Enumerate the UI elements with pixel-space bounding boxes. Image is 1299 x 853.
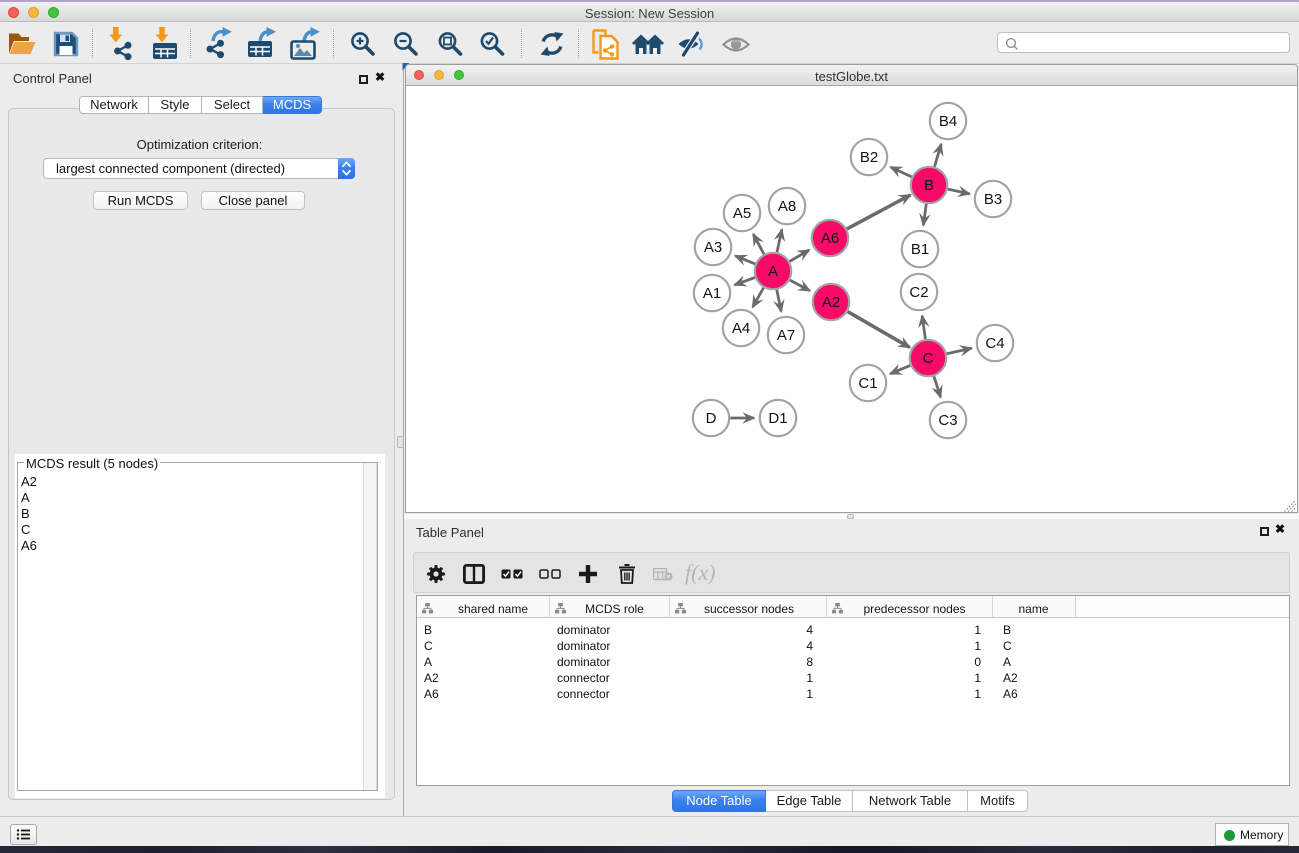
svg-text:C4: C4 <box>985 335 1004 352</box>
svg-text:A3: A3 <box>704 239 722 256</box>
svg-text:B: B <box>924 177 934 194</box>
svg-text:B1: B1 <box>911 241 929 258</box>
svg-text:A2: A2 <box>822 294 840 311</box>
svg-text:C3: C3 <box>938 412 957 429</box>
svg-text:A8: A8 <box>778 198 796 215</box>
svg-text:C: C <box>923 350 934 367</box>
svg-text:C1: C1 <box>858 375 877 392</box>
svg-text:D: D <box>706 410 717 427</box>
svg-text:A6: A6 <box>821 230 839 247</box>
svg-text:A7: A7 <box>777 327 795 344</box>
svg-text:C2: C2 <box>909 284 928 301</box>
svg-text:D1: D1 <box>768 410 787 427</box>
svg-text:B4: B4 <box>939 113 957 130</box>
svg-text:A: A <box>768 263 778 280</box>
svg-text:A1: A1 <box>703 285 721 302</box>
svg-text:B2: B2 <box>860 149 878 166</box>
svg-text:A4: A4 <box>732 320 750 337</box>
svg-text:A5: A5 <box>733 205 751 222</box>
svg-text:B3: B3 <box>984 191 1002 208</box>
